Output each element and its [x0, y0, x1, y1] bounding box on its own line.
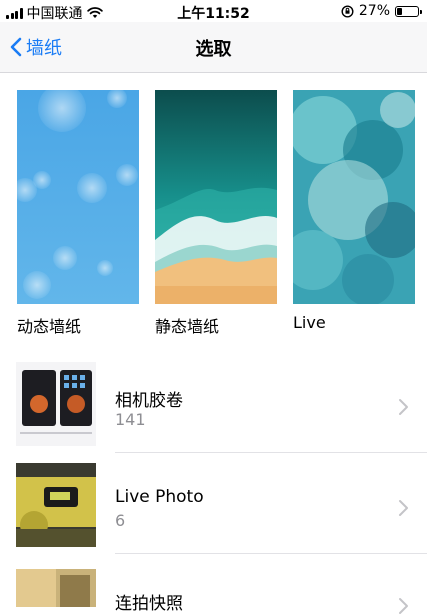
chevron-right-icon [399, 598, 408, 614]
row-separator [115, 452, 427, 453]
bursts-thumbnail [16, 569, 96, 607]
live-wallpaper-preview [293, 90, 415, 304]
status-bar: 中国联通 上午11:52 27% [0, 0, 427, 22]
album-row-bursts[interactable]: 连拍快照 [0, 569, 427, 614]
album-count: 141 [115, 410, 146, 429]
battery-percent: 27% [358, 3, 390, 19]
album-name: Live Photo [115, 487, 204, 507]
page-title: 选取 [195, 39, 232, 60]
camera-roll-thumbnail [16, 362, 96, 446]
still-wallpaper-preview [155, 90, 277, 304]
album-count: 6 [115, 511, 126, 530]
battery-icon [395, 5, 422, 17]
still-wallpaper-label: 静态墙纸 [155, 317, 220, 336]
chevron-right-icon [399, 399, 408, 415]
dynamic-wallpaper-preview [17, 90, 139, 304]
album-name: 连拍快照 [115, 594, 183, 614]
live-wallpaper-tile[interactable] [293, 90, 415, 304]
status-right: 27% [341, 3, 422, 19]
album-name: 相机胶卷 [115, 391, 183, 411]
chevron-right-icon [399, 500, 408, 516]
live-photo-thumbnail [16, 463, 96, 547]
nav-bar: 墙纸 选取 [0, 22, 427, 73]
live-wallpaper-label: Live [293, 313, 326, 332]
album-row-live-photo[interactable]: Live Photo 6 [0, 463, 427, 563]
dynamic-wallpaper-label: 动态墙纸 [17, 317, 82, 336]
still-wallpaper-tile[interactable] [155, 90, 277, 304]
album-row-camera-roll[interactable]: 相机胶卷 141 [0, 362, 427, 462]
rotation-lock-icon [341, 4, 354, 18]
row-separator [115, 553, 427, 554]
dynamic-wallpaper-tile[interactable] [17, 90, 139, 304]
